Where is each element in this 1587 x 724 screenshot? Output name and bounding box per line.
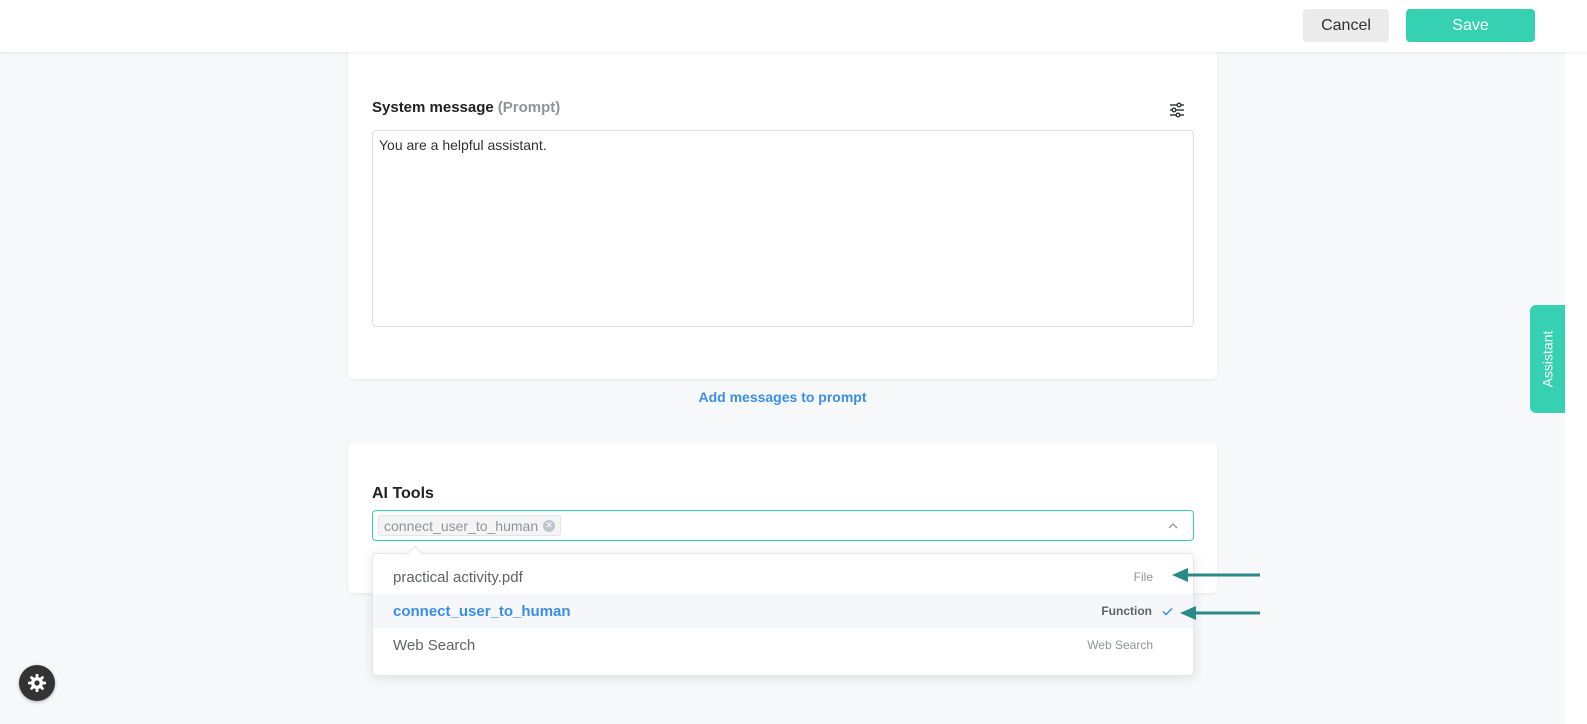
save-button[interactable]: Save — [1406, 9, 1535, 42]
tag-close-icon[interactable]: ✕ — [543, 519, 556, 532]
chevron-up-icon[interactable] — [1167, 520, 1179, 532]
system-message-title: System message (Prompt) — [372, 99, 560, 116]
option-label: Web Search — [393, 636, 476, 654]
scrollbar-track[interactable] — [1565, 52, 1587, 724]
ai-tools-select[interactable]: connect_user_to_human ✕ — [372, 510, 1194, 541]
option-label: practical activity.pdf — [393, 568, 523, 586]
system-message-label: System message — [372, 99, 494, 116]
ai-tools-dropdown: practical activity.pdf File connect_user… — [372, 545, 1194, 676]
annotation-arrow-icon — [1180, 606, 1260, 620]
gear-icon — [28, 674, 46, 692]
annotation-arrow-icon — [1172, 568, 1260, 582]
option-type: Function — [1101, 604, 1152, 618]
settings-button[interactable] — [19, 665, 55, 701]
option-type: File — [1133, 570, 1153, 584]
system-message-textarea[interactable]: You are a helpful assistant. — [372, 130, 1194, 327]
selected-tool-tag-label: connect_user_to_human — [384, 517, 539, 534]
assistant-tab-label: Assistant — [1539, 330, 1556, 388]
selected-tool-tag: connect_user_to_human ✕ — [378, 515, 562, 536]
system-message-subtitle: (Prompt) — [497, 99, 561, 116]
option-type-group: Function — [1101, 604, 1173, 618]
tool-option-web-search[interactable]: Web Search Web Search — [373, 628, 1193, 662]
sliders-icon[interactable] — [1168, 101, 1186, 119]
option-type: Web Search — [1087, 638, 1153, 652]
check-icon — [1162, 607, 1173, 616]
add-messages-link[interactable]: Add messages to prompt — [0, 389, 1565, 405]
tool-option-function[interactable]: connect_user_to_human Function — [373, 594, 1193, 628]
ai-tools-title: AI Tools — [372, 485, 434, 502]
option-label: connect_user_to_human — [393, 602, 571, 620]
assistant-tab[interactable]: Assistant — [1530, 305, 1565, 413]
tool-option-file[interactable]: practical activity.pdf File — [373, 560, 1193, 594]
top-bar: Cancel Save — [0, 0, 1587, 52]
cancel-button[interactable]: Cancel — [1303, 9, 1389, 42]
